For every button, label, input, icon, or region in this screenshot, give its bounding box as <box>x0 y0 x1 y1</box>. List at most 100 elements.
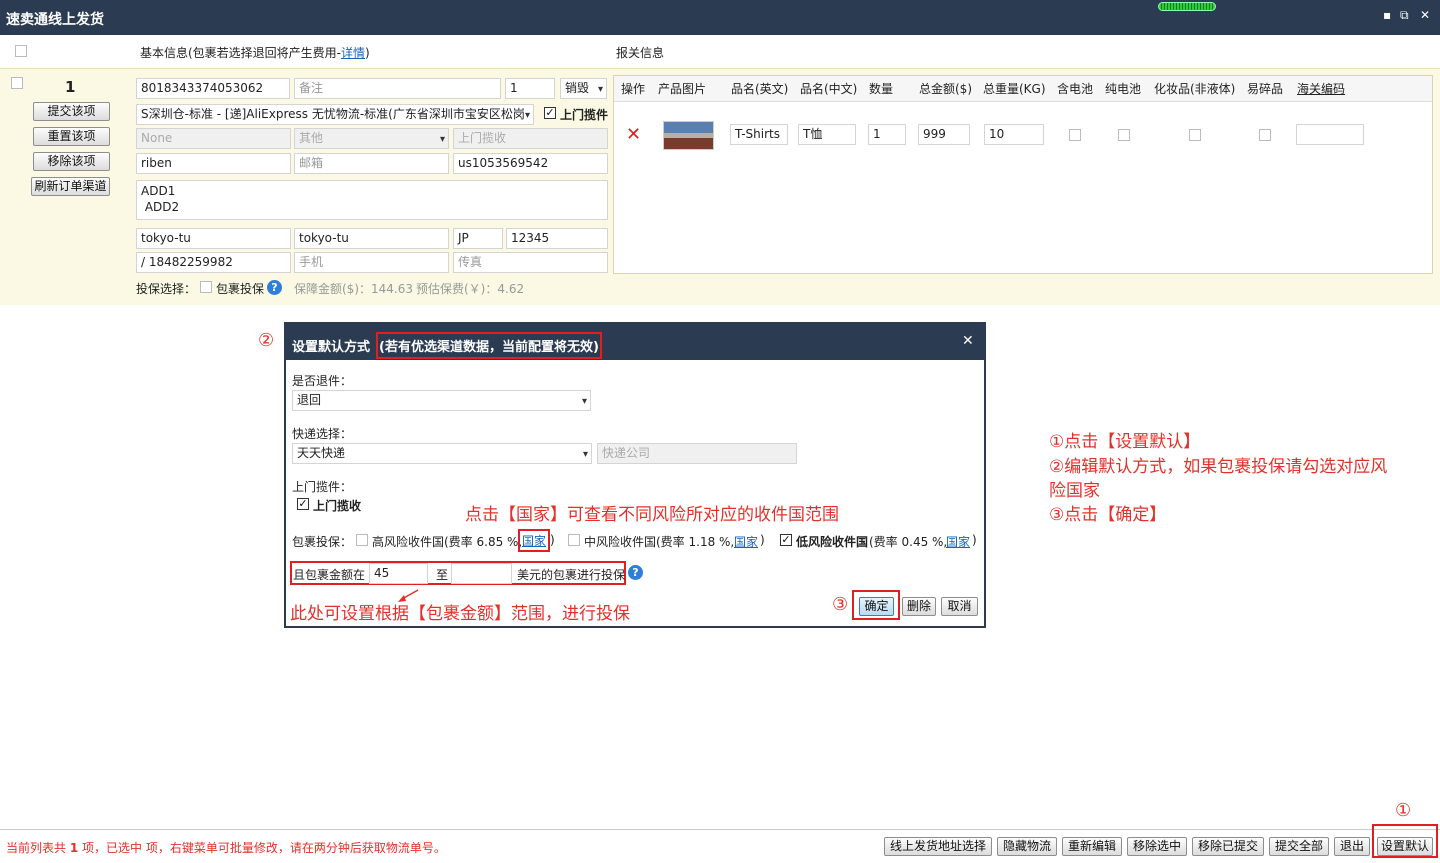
re-edit-button[interactable]: 重新编辑 <box>1062 837 1122 856</box>
col-hs-code-link[interactable]: 海关编码 <box>1297 76 1346 102</box>
amount-to-input[interactable] <box>451 563 512 584</box>
fragile-checkbox[interactable] <box>1259 129 1271 141</box>
delete-button[interactable]: 删除 <box>902 597 936 616</box>
pure-battery-checkbox[interactable] <box>1118 129 1130 141</box>
basic-info-header: 基本信息(包裹若选择退回将产生费用-详情) <box>140 44 370 61</box>
col-pure-battery: 纯电池 <box>1105 76 1142 102</box>
hs-code-input[interactable] <box>1296 124 1364 145</box>
mid-risk-country-link[interactable]: 国家 <box>734 533 758 550</box>
window-titlebar: 速卖通线上发货 ▪ ⧉ ✕ <box>0 0 1440 35</box>
pickup-label: 上门揽件 <box>560 108 609 122</box>
shipping-channel-select[interactable]: S深圳仓-标准 - [递]AliExpress 无忧物流-标准(广东省深圳市宝安… <box>136 104 534 125</box>
mobile-input[interactable]: 手机 <box>294 252 449 273</box>
high-risk-close: ) <box>550 533 555 547</box>
name-cn-input[interactable]: T恤 <box>798 124 856 145</box>
phone-input[interactable]: / 18482259982 <box>136 252 291 273</box>
amount-help-icon[interactable]: ? <box>628 565 643 580</box>
order-index: 1 <box>65 78 76 96</box>
col-name-en: 品名(英文) <box>731 76 789 102</box>
mid-risk-checkbox[interactable] <box>568 534 580 546</box>
zip-input[interactable]: 12345 <box>506 228 608 249</box>
select-all-checkbox[interactable] <box>15 45 27 57</box>
pickup-checkbox[interactable] <box>544 107 556 119</box>
low-risk-checkbox[interactable] <box>780 534 792 546</box>
step-2-note: ②编辑默认方式，如果包裹投保请勾选对应风 <box>1049 457 1388 477</box>
express-company-input: 快递公司 <box>597 443 797 464</box>
battery-checkbox[interactable] <box>1069 129 1081 141</box>
col-qty: 数量 <box>869 76 894 102</box>
return-select[interactable]: 退回 <box>292 390 591 411</box>
reset-item-button[interactable]: 重置该项 <box>33 127 110 146</box>
express-label: 快递选择： <box>292 427 353 441</box>
dialog-pickup-check-label: 上门揽收 <box>313 499 362 513</box>
low-risk-country-link[interactable]: 国家 <box>946 533 970 550</box>
tracking-number-input[interactable]: 8018343374053062 <box>136 78 290 99</box>
none-select: None <box>136 128 291 149</box>
low-risk-label-bold: 低风险收件国 <box>796 535 869 549</box>
high-risk-checkbox[interactable] <box>356 534 368 546</box>
amount-from-input[interactable]: 45 <box>369 563 428 584</box>
submit-item-button[interactable]: 提交该项 <box>33 102 110 121</box>
status-pre: 当前列表共 <box>6 841 67 855</box>
basic-info-label: 基本信息(包裹若选择退回将产生费用- <box>140 46 342 60</box>
email-input[interactable]: 邮箱 <box>294 153 449 174</box>
state-input[interactable]: tokyo-tu <box>294 228 449 249</box>
address-select-button[interactable]: 线上发货地址选择 <box>884 837 992 856</box>
step-3-note: ③点击【确定】 <box>1049 505 1167 525</box>
high-risk-country-link[interactable]: 国家 <box>522 534 546 548</box>
restore-button[interactable]: ⧉ <box>1400 8 1409 23</box>
cosmetics-checkbox[interactable] <box>1189 129 1201 141</box>
minimize-button[interactable]: ▪ <box>1383 8 1391 22</box>
customs-qty-input[interactable]: 1 <box>868 124 906 145</box>
set-default-button[interactable]: 设置默认 <box>1377 837 1433 856</box>
cancel-button[interactable]: 取消 <box>941 597 978 616</box>
remark-input[interactable]: 备注 <box>294 78 501 99</box>
hide-logistics-button[interactable]: 隐藏物流 <box>997 837 1057 856</box>
buyer-id-input[interactable]: us1053569542 <box>453 153 608 174</box>
remove-submitted-button[interactable]: 移除已提交 <box>1192 837 1264 856</box>
mid-risk-label: 中风险收件国(费率 1.18 %, <box>584 535 735 549</box>
sale-type-select[interactable]: 销毁 <box>560 78 607 99</box>
insurance-check-label: 包裹投保 <box>216 282 265 296</box>
list-header: 基本信息(包裹若选择退回将产生费用-详情) 报关信息 <box>0 35 1440 68</box>
customs-amount-input[interactable]: 999 <box>918 124 970 145</box>
help-icon[interactable]: ? <box>267 280 282 295</box>
ok-button[interactable]: 确定 <box>859 597 894 616</box>
recipient-name-input[interactable]: riben <box>136 153 291 174</box>
insurance-checkbox[interactable] <box>200 281 212 293</box>
high-risk-country-box: 国家 <box>518 529 551 552</box>
name-en-input[interactable]: T-Shirts <box>730 124 788 145</box>
amount-tip-annotation: 此处可设置根据【包裹金额】范围，进行投保 <box>290 604 630 624</box>
status-footer: 当前列表共 1 项，已选中 项，右键菜单可批量修改，请在两分钟后获取物流单号。 … <box>0 824 1440 863</box>
close-window-button[interactable]: ✕ <box>1420 8 1430 22</box>
country-input[interactable]: JP <box>453 228 503 249</box>
remove-item-button[interactable]: 移除该项 <box>33 152 110 171</box>
customs-table: 操作 产品图片 品名(英文) 品名(中文) 数量 总金额($) 总重量(KG) … <box>613 75 1433 274</box>
order-checkbox[interactable] <box>11 77 23 89</box>
dialog-close-button[interactable]: ✕ <box>962 333 974 349</box>
return-label: 是否退件： <box>292 374 353 388</box>
dialog-header: 设置默认方式 (若有优选渠道数据，当前配置将无效) ✕ <box>286 324 984 360</box>
low-risk-close: ) <box>972 533 977 547</box>
basic-info-close: ) <box>365 46 370 60</box>
mid-risk-close: ) <box>760 533 765 547</box>
remove-selected-button[interactable]: 移除选中 <box>1127 837 1187 856</box>
fax-input[interactable]: 传真 <box>453 252 608 273</box>
col-amount: 总金额($) <box>919 76 972 102</box>
dialog-pickup-checkbox[interactable] <box>297 498 309 510</box>
address-textarea[interactable]: ADD1 ADD2 <box>136 180 608 220</box>
amount-prefix: 且包裹金额在 <box>293 568 366 582</box>
col-weight: 总重量(KG) <box>983 76 1046 102</box>
delete-row-icon[interactable]: ✕ <box>626 124 641 145</box>
quantity-input[interactable]: 1 <box>505 78 555 99</box>
exit-button[interactable]: 退出 <box>1334 837 1370 856</box>
city-input[interactable]: tokyo-tu <box>136 228 291 249</box>
high-risk-label: 高风险收件国(费率 6.85 %, <box>372 535 523 549</box>
detail-link[interactable]: 详情 <box>341 46 365 60</box>
express-select[interactable]: 天天快递 <box>292 443 592 464</box>
customs-weight-input[interactable]: 10 <box>984 124 1044 145</box>
refresh-channel-button[interactable]: 刷新订单渠道 <box>31 177 110 196</box>
submit-all-button[interactable]: 提交全部 <box>1269 837 1329 856</box>
customs-info-header: 报关信息 <box>616 46 665 60</box>
other-select: 其他 <box>294 128 449 149</box>
